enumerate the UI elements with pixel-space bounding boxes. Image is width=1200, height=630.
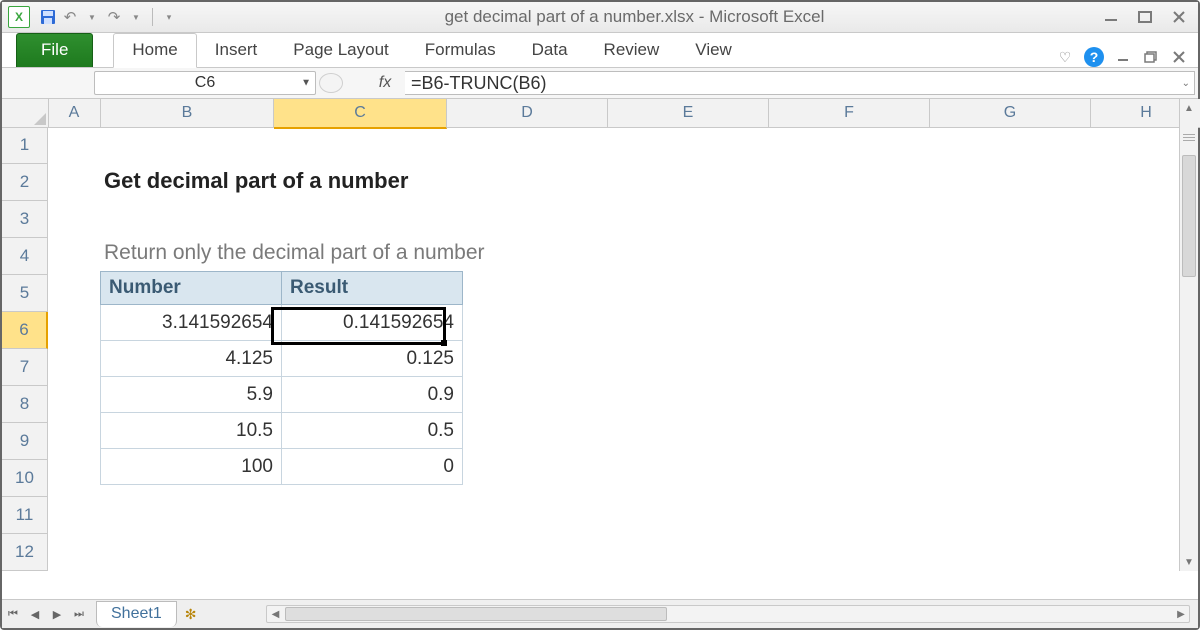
row-header-11[interactable]: 11 bbox=[2, 497, 48, 534]
sheet-title: Get decimal part of a number bbox=[100, 163, 700, 199]
sheet-tab-bar: ⏮ ◀ ▶ ⏭ Sheet1 ✻ ◀ ▶ bbox=[2, 599, 1198, 628]
sheet-subtitle: Return only the decimal part of a number bbox=[100, 235, 700, 271]
name-box-dropdown-icon[interactable]: ▼ bbox=[301, 78, 311, 89]
redo-icon[interactable]: ↷ bbox=[104, 7, 124, 27]
cell-C9[interactable]: 0.5 bbox=[282, 413, 463, 449]
cell-B10[interactable]: 100 bbox=[101, 449, 282, 485]
scroll-left-icon[interactable]: ◀ bbox=[267, 609, 283, 620]
row-header-4[interactable]: 4 bbox=[2, 238, 48, 275]
cells-area[interactable]: Get decimal part of a number Return only… bbox=[48, 127, 1180, 571]
row-header-9[interactable]: 9 bbox=[2, 423, 48, 460]
minimize-button[interactable] bbox=[1098, 8, 1124, 26]
col-header-C[interactable]: C bbox=[274, 99, 447, 129]
cell-B9[interactable]: 10.5 bbox=[101, 413, 282, 449]
scroll-down-icon[interactable]: ▼ bbox=[1180, 553, 1198, 571]
tab-formulas[interactable]: Formulas bbox=[407, 34, 514, 67]
cell-B7[interactable]: 4.125 bbox=[101, 341, 282, 377]
cell-C8[interactable]: 0.9 bbox=[282, 377, 463, 413]
row-header-2[interactable]: 2 bbox=[2, 164, 48, 201]
qat-customize-icon[interactable]: ▾ bbox=[159, 7, 179, 27]
scroll-right-icon[interactable]: ▶ bbox=[1173, 609, 1189, 620]
horizontal-scrollbar[interactable]: ◀ ▶ bbox=[266, 605, 1190, 623]
tab-page-layout[interactable]: Page Layout bbox=[275, 34, 406, 67]
column-headers: ABCDEFGH bbox=[48, 99, 1180, 127]
row-header-12[interactable]: 12 bbox=[2, 534, 48, 571]
sheet-nav-next-icon[interactable]: ▶ bbox=[46, 603, 68, 625]
spreadsheet-grid: ABCDEFGH 123456789101112 Get decimal par… bbox=[2, 99, 1198, 571]
close-button[interactable] bbox=[1166, 8, 1192, 26]
row-header-10[interactable]: 10 bbox=[2, 460, 48, 497]
col-header-F[interactable]: F bbox=[769, 99, 930, 128]
workbook-minimize-icon[interactable] bbox=[1114, 48, 1132, 66]
col-number-header: Number bbox=[101, 272, 282, 305]
sheet-nav-last-icon[interactable]: ⏭ bbox=[68, 603, 90, 625]
cell-B6[interactable]: 3.141592654 bbox=[101, 305, 282, 341]
new-sheet-icon[interactable]: ✻ bbox=[185, 606, 197, 623]
tab-view[interactable]: View bbox=[677, 34, 750, 67]
formula-expand-icon[interactable]: ⌄ bbox=[1182, 78, 1190, 89]
scroll-up-icon[interactable]: ▲ bbox=[1180, 99, 1198, 117]
col-header-E[interactable]: E bbox=[608, 99, 769, 128]
workbook-restore-icon[interactable] bbox=[1142, 48, 1160, 66]
ribbon-minimize-icon[interactable]: ♡ bbox=[1056, 48, 1074, 66]
col-header-G[interactable]: G bbox=[930, 99, 1091, 128]
data-table: Number Result 3.1415926540.141592654 4.1… bbox=[100, 271, 463, 485]
excel-icon: X bbox=[8, 6, 30, 28]
row-header-7[interactable]: 7 bbox=[2, 349, 48, 386]
undo-dropdown-icon[interactable]: ▼ bbox=[82, 7, 102, 27]
tab-insert[interactable]: Insert bbox=[197, 34, 276, 67]
name-box[interactable]: C6 ▼ bbox=[94, 71, 316, 95]
cancel-formula-icon bbox=[319, 73, 343, 93]
vscroll-thumb[interactable] bbox=[1182, 155, 1196, 277]
window-title: get decimal part of a number.xlsx - Micr… bbox=[179, 7, 1090, 27]
cell-C10[interactable]: 0 bbox=[282, 449, 463, 485]
row-headers: 123456789101112 bbox=[2, 127, 48, 571]
sheet-nav-first-icon[interactable]: ⏮ bbox=[2, 603, 24, 625]
help-icon[interactable]: ? bbox=[1084, 47, 1104, 67]
row-header-1[interactable]: 1 bbox=[2, 127, 48, 164]
formula-input[interactable]: =B6-TRUNC(B6) ⌄ bbox=[405, 71, 1195, 95]
redo-dropdown-icon[interactable]: ▼ bbox=[126, 7, 146, 27]
hscroll-thumb[interactable] bbox=[285, 607, 667, 621]
vertical-scrollbar[interactable]: ▲ ▼ bbox=[1179, 99, 1198, 571]
row-header-5[interactable]: 5 bbox=[2, 275, 48, 312]
sheet-nav-prev-icon[interactable]: ◀ bbox=[24, 603, 46, 625]
cell-B8[interactable]: 5.9 bbox=[101, 377, 282, 413]
cell-C7[interactable]: 0.125 bbox=[282, 341, 463, 377]
undo-icon[interactable]: ↶ bbox=[60, 7, 80, 27]
sheet-tab-sheet1[interactable]: Sheet1 bbox=[96, 601, 177, 627]
cell-C6[interactable]: 0.141592654 bbox=[282, 305, 463, 341]
col-header-D[interactable]: D bbox=[447, 99, 608, 128]
name-box-value: C6 bbox=[195, 74, 215, 92]
select-all-corner[interactable] bbox=[2, 99, 49, 128]
split-grip[interactable] bbox=[1183, 123, 1195, 151]
fx-icon[interactable]: fx bbox=[365, 68, 405, 98]
workbook-close-icon[interactable] bbox=[1170, 48, 1188, 66]
formula-text: =B6-TRUNC(B6) bbox=[411, 73, 547, 94]
formula-bar: C6 ▼ fx =B6-TRUNC(B6) ⌄ bbox=[2, 68, 1198, 99]
maximize-button[interactable] bbox=[1132, 8, 1158, 26]
save-icon[interactable] bbox=[38, 7, 58, 27]
col-header-B[interactable]: B bbox=[101, 99, 274, 128]
tab-home[interactable]: Home bbox=[113, 33, 196, 68]
tab-data[interactable]: Data bbox=[514, 34, 586, 67]
col-result-header: Result bbox=[282, 272, 463, 305]
row-header-3[interactable]: 3 bbox=[2, 201, 48, 238]
row-header-8[interactable]: 8 bbox=[2, 386, 48, 423]
col-header-A[interactable]: A bbox=[48, 99, 101, 128]
row-header-6[interactable]: 6 bbox=[2, 312, 48, 349]
ribbon-tabs: File Home Insert Page Layout Formulas Da… bbox=[2, 33, 1198, 68]
file-tab[interactable]: File bbox=[16, 33, 93, 67]
tab-review[interactable]: Review bbox=[586, 34, 678, 67]
qat-separator bbox=[152, 8, 153, 26]
title-bar: X ↶ ▼ ↷ ▼ ▾ get decimal part of a number… bbox=[2, 2, 1198, 33]
